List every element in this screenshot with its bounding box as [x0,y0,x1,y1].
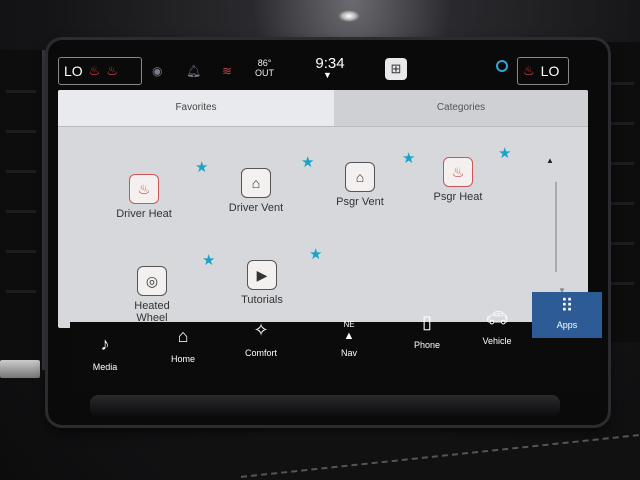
tab-divider [58,126,588,127]
nav-label: Nav [340,348,357,358]
seat-vent-icon: ⌂ [241,168,271,198]
seat-heat-icon[interactable]: ♨ [106,63,118,79]
tab-bar: Favorites Categories [58,90,588,126]
apps-grid-icon[interactable]: ⊞ [385,58,407,80]
app-driver-vent[interactable]: ⌂ Driver Vent [214,168,298,214]
app-label: Driver Vent [228,202,284,214]
phone-icon: ▯ [422,312,432,332]
favorite-star-icon[interactable]: ★ [301,155,314,170]
car-icon: 🚗︎ [485,308,509,328]
app-psgr-vent[interactable]: ⌂ Psgr Vent [318,162,402,208]
wifi-icon: ≋ [222,64,233,78]
nav-label: Apps [556,320,578,330]
nav-media[interactable]: ♪ Media [70,322,140,390]
passenger-temp-value: LO [540,63,560,79]
favorite-star-icon[interactable]: ★ [195,160,208,175]
driver-temp-value: LO [64,63,83,79]
navigation-arrow-icon: ▲ [343,330,355,342]
nav-navigation[interactable]: NE ▲ Nav [314,304,384,372]
nav-label: Vehicle [482,336,512,346]
comfort-icon: ✧ [253,320,269,340]
seat-heat-icon[interactable]: ♨ [89,63,101,79]
app-label: Tutorials [241,294,283,306]
chevron-down-icon[interactable]: ▼ [323,70,332,80]
nav-label: Comfort [244,348,277,358]
steering-wheel-icon: ◎ [137,266,167,296]
nav-phone[interactable]: ▯ Phone [392,300,462,368]
left-air-vent [0,50,45,370]
dashboard-frame: LO ♨ ♨ ◉ 🔔︎ ≋ 86° OUT 9:34 ▼ ⊞ ♨ LO Favo… [0,0,640,480]
passenger-temp-control[interactable]: ♨ LO [517,57,569,85]
chrome-trim [0,360,40,378]
app-label: Psgr Heat [433,191,483,203]
status-bar: LO ♨ ♨ ◉ 🔔︎ ≋ 86° OUT 9:34 ▼ ⊞ ♨ LO [55,46,575,90]
app-label: Driver Heat [116,208,172,220]
nav-label: Home [170,354,195,364]
bezel-reflection [90,395,560,417]
app-psgr-heat[interactable]: ♨ Psgr Heat [416,157,500,203]
light-reflection [338,10,360,22]
alexa-icon[interactable] [496,60,508,72]
music-note-icon: ♪ [100,334,110,354]
app-tutorials[interactable]: ▶ Tutorials [220,260,304,306]
apps-grid-icon: ⠿ [560,296,574,316]
nav-label: Phone [413,340,441,350]
seat-heat-icon: ♨ [443,157,473,187]
tab-favorites[interactable]: Favorites [58,90,334,126]
outside-temp: 86° OUT [255,58,274,78]
play-icon: ▶ [247,260,277,290]
bottom-nav: ♪ Media ⌂ Home ✧ Comfort NE ▲ Nav ▯ Phon… [70,292,602,390]
favorite-star-icon[interactable]: ★ [498,146,511,161]
outside-temp-value: 86° [257,58,272,68]
bell-icon: 🔔︎ [186,64,202,78]
app-label: Psgr Vent [336,196,384,208]
seat-vent-icon: ⌂ [345,162,375,192]
favorite-star-icon[interactable]: ★ [309,247,322,262]
scrollbar[interactable] [555,182,557,272]
favorite-star-icon[interactable]: ★ [402,151,415,166]
compass-direction: NE [343,320,355,329]
tab-categories[interactable]: Categories [334,90,588,126]
seat-heat-icon: ♨ [129,174,159,204]
user-icon[interactable]: ◉ [152,64,162,78]
seat-heat-icon[interactable]: ♨ [523,63,535,79]
driver-temp-control[interactable]: LO ♨ ♨ [58,57,142,85]
nav-label: Media [92,362,118,372]
favorite-star-icon[interactable]: ★ [202,253,215,268]
home-icon: ⌂ [177,326,189,346]
main-screen: Favorites Categories ♨ Driver Heat ★ ⌂ D… [58,90,588,328]
scroll-up-icon[interactable]: ▲ [546,156,554,165]
nav-apps[interactable]: ⠿ Apps [532,292,602,338]
nav-vehicle[interactable]: 🚗︎ Vehicle [462,296,532,364]
outside-temp-label: OUT [255,68,274,78]
app-driver-heat[interactable]: ♨ Driver Heat [102,174,186,220]
nav-home[interactable]: ⌂ Home [148,314,218,382]
nav-comfort[interactable]: ✧ Comfort [226,308,296,376]
